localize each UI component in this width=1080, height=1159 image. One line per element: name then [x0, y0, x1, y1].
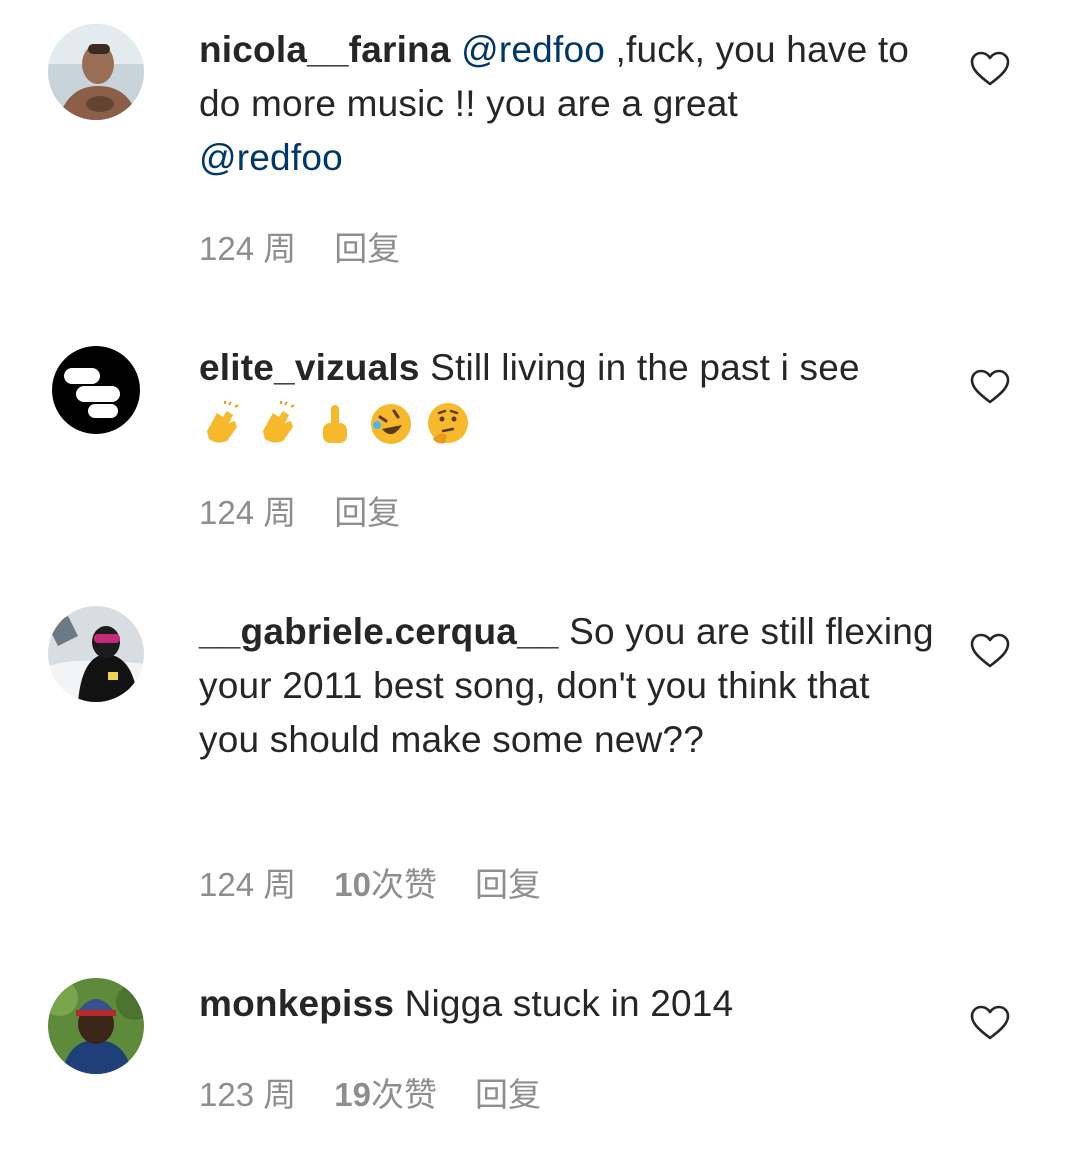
clapping-hands-icon — [207, 401, 239, 443]
like-count-unit: 次赞 — [370, 866, 437, 903]
heart-outline-icon[interactable] — [970, 633, 1010, 669]
comment-meta: 124 周回复 — [199, 493, 400, 533]
middle-finger-icon — [322, 405, 347, 444]
avatar[interactable] — [48, 978, 144, 1074]
comment-text: Still living in the past i see — [419, 347, 860, 388]
reply-button[interactable]: 回复 — [334, 493, 400, 533]
heart-outline-icon[interactable] — [970, 1005, 1010, 1041]
comment-timestamp: 124 周 — [199, 494, 297, 531]
reply-button[interactable]: 回复 — [475, 865, 541, 905]
comment-username[interactable]: monkepiss — [199, 983, 394, 1024]
comment-timestamp: 123 周 — [199, 1076, 297, 1113]
comment-meta: 124 周回复 — [199, 229, 400, 269]
comment-mention[interactable]: @redfoo — [461, 29, 605, 70]
comment-text: Nigga stuck in 2014 — [394, 983, 734, 1024]
comment-body: nicola__farina @redfoo ,fuck, you have t… — [199, 23, 939, 185]
comment-username[interactable]: nicola__farina — [199, 29, 451, 70]
comment-mention[interactable]: @redfoo — [199, 137, 343, 178]
comment-username[interactable]: __gabriele.cerqua__ — [199, 611, 559, 652]
comment-timestamp: 124 周 — [199, 230, 297, 267]
comment-body: monkepiss Nigga stuck in 2014 — [199, 977, 939, 1031]
comment-meta: 123 周 19 次赞 回复 — [199, 1075, 541, 1115]
avatar[interactable] — [48, 342, 144, 438]
comment-username[interactable]: elite_vizuals — [199, 347, 420, 388]
heart-outline-icon[interactable] — [970, 369, 1010, 405]
like-count-button[interactable]: 10 次赞 — [334, 865, 437, 905]
clapping-hands-icon — [263, 401, 296, 443]
emoji-row — [199, 395, 939, 449]
like-count-unit: 次赞 — [370, 1076, 437, 1113]
avatar[interactable] — [48, 606, 144, 702]
thinking-face-icon — [427, 403, 468, 444]
reply-button[interactable]: 回复 — [334, 229, 400, 269]
heart-outline-icon[interactable] — [970, 51, 1010, 87]
rolling-on-floor-laughing-icon — [371, 404, 412, 445]
like-count-button[interactable]: 19 次赞 — [334, 1075, 437, 1115]
like-count: 10 — [334, 866, 371, 903]
like-count: 19 — [334, 1076, 371, 1113]
comment-body: __gabriele.cerqua__ So you are still fle… — [199, 605, 939, 767]
comment-timestamp: 124 周 — [199, 866, 297, 903]
comment-meta: 124 周 10 次赞 回复 — [199, 865, 541, 905]
avatar[interactable] — [48, 24, 144, 120]
reply-button[interactable]: 回复 — [475, 1075, 541, 1115]
comment-body: elite_vizuals Still living in the past i… — [199, 341, 939, 449]
